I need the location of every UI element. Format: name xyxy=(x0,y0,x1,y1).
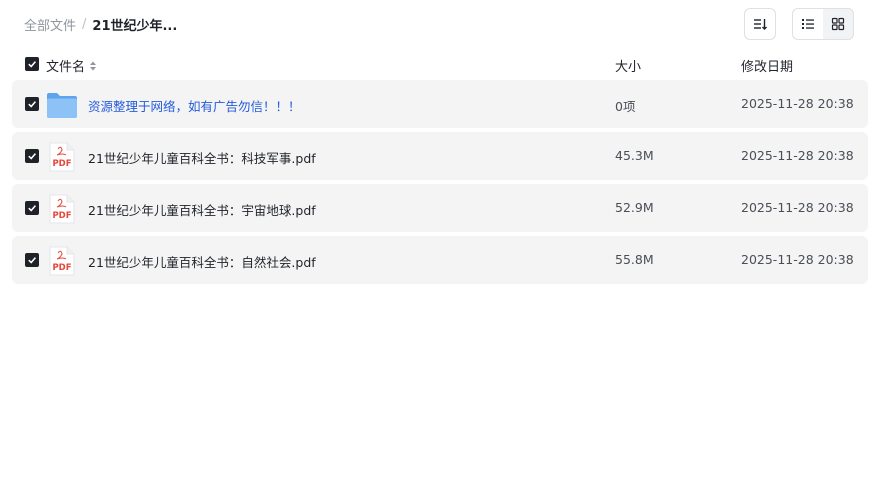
file-name[interactable]: 21世纪少年儿童百科全书：宇宙地球.pdf xyxy=(88,200,316,219)
pdf-file-icon: PDF xyxy=(46,142,78,172)
breadcrumb-root[interactable]: 全部文件 xyxy=(24,15,76,34)
list-view-button[interactable] xyxy=(793,9,823,39)
check-icon xyxy=(28,61,37,68)
file-list: 资源整理于网络，如有广告勿信！！！ 0项 2025-11-28 20:38 PD… xyxy=(12,80,868,288)
pdf-icon-label: PDF xyxy=(52,211,71,221)
pdf-file-icon: PDF xyxy=(46,194,78,224)
file-row[interactable]: PDF 21世纪少年儿童百科全书：宇宙地球.pdf 52.9M 2025-11-… xyxy=(12,184,868,232)
file-size: 52.9M xyxy=(615,200,654,215)
row-checkbox[interactable] xyxy=(25,253,39,267)
grid-view-icon xyxy=(831,17,845,31)
file-size: 45.3M xyxy=(615,148,654,163)
folder-icon xyxy=(46,90,78,120)
file-name[interactable]: 21世纪少年儿童百科全书：科技军事.pdf xyxy=(88,148,316,167)
file-name[interactable]: 21世纪少年儿童百科全书：自然社会.pdf xyxy=(88,252,316,271)
check-icon xyxy=(28,153,37,160)
column-header-date[interactable]: 修改日期 xyxy=(741,56,793,75)
file-date: 2025-11-28 20:38 xyxy=(741,96,854,111)
file-size: 0项 xyxy=(615,99,636,114)
grid-view-button[interactable] xyxy=(823,9,853,39)
pdf-file-icon: PDF xyxy=(46,246,78,276)
column-header-name[interactable]: 文件名 xyxy=(46,56,98,75)
sort-toggle-icon xyxy=(90,61,97,70)
pdf-icon-label: PDF xyxy=(52,159,71,169)
view-toggle-group xyxy=(792,8,854,40)
breadcrumb: 全部文件 / 21世纪少年... xyxy=(24,15,178,34)
row-checkbox[interactable] xyxy=(25,201,39,215)
breadcrumb-current: 21世纪少年... xyxy=(92,18,178,34)
row-checkbox[interactable] xyxy=(25,97,39,111)
file-row[interactable]: PDF 21世纪少年儿童百科全书：科技军事.pdf 45.3M 2025-11-… xyxy=(12,132,868,180)
file-date: 2025-11-28 20:38 xyxy=(741,252,854,267)
select-all-checkbox[interactable] xyxy=(25,57,39,71)
top-bar: 全部文件 / 21世纪少年... xyxy=(0,0,878,48)
check-icon xyxy=(28,257,37,264)
sort-descending-icon xyxy=(754,19,767,30)
file-row[interactable]: PDF 21世纪少年儿童百科全书：自然社会.pdf 55.8M 2025-11-… xyxy=(12,236,868,284)
file-name[interactable]: 资源整理于网络，如有广告勿信！！！ xyxy=(88,96,301,115)
file-list-header: 文件名 大小 修改日期 xyxy=(12,52,868,76)
column-header-name-label: 文件名 xyxy=(46,60,86,75)
check-icon xyxy=(28,101,37,108)
sort-button[interactable] xyxy=(744,8,776,40)
breadcrumb-separator: / xyxy=(82,16,87,32)
column-header-size[interactable]: 大小 xyxy=(615,56,641,75)
pdf-icon-label: PDF xyxy=(52,263,71,273)
file-date: 2025-11-28 20:38 xyxy=(741,148,854,163)
list-view-icon xyxy=(802,19,814,29)
file-row[interactable]: 资源整理于网络，如有广告勿信！！！ 0项 2025-11-28 20:38 xyxy=(12,80,868,128)
file-size: 55.8M xyxy=(615,252,654,267)
row-checkbox[interactable] xyxy=(25,149,39,163)
file-date: 2025-11-28 20:38 xyxy=(741,200,854,215)
check-icon xyxy=(28,205,37,212)
